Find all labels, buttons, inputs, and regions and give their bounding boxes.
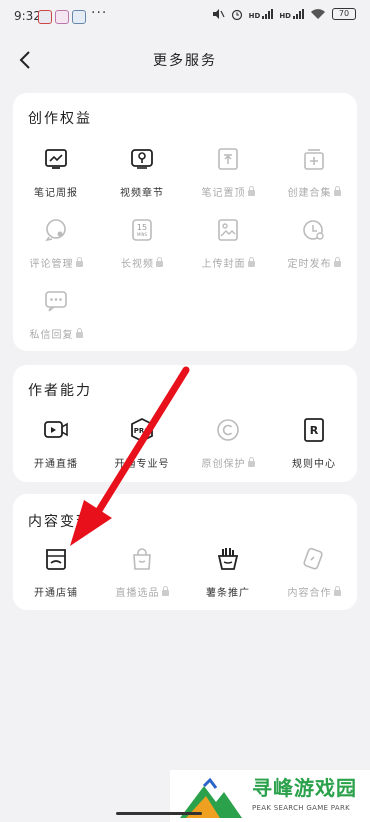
section-title: 作者能力 (28, 383, 92, 399)
watermark-title: 寻峰游戏园 (252, 776, 357, 800)
status-indicators: HD HD 70 (211, 8, 356, 20)
lock-icon (75, 257, 83, 267)
app-notification-icon (55, 10, 69, 24)
item-pin-note[interactable]: 笔记置顶 (185, 146, 271, 206)
section-author-capabilities: 作者能力 开通直播 PRO 开通专业号 原创保护 R 规则中心 (13, 365, 357, 482)
item-label: 评论管理 (13, 255, 99, 270)
collection-icon (304, 149, 324, 170)
video-chapter-icon (131, 149, 153, 169)
item-comment-management[interactable]: 评论管理 (13, 217, 99, 277)
svg-text:MINS: MINS (137, 232, 148, 237)
item-label: 上传封面 (185, 255, 271, 270)
clock-icon (303, 220, 324, 240)
comment-icon (45, 219, 66, 242)
mute-icon (212, 9, 225, 19)
cooperation-icon (303, 547, 323, 570)
item-live-product-selection[interactable]: 直播选品 (99, 546, 185, 606)
item-label: 笔记周报 (34, 188, 78, 199)
item-fries-promotion[interactable]: 薯条推广 (185, 546, 271, 606)
svg-text:R: R (310, 424, 319, 437)
signal-icon (262, 9, 274, 19)
lock-icon (247, 257, 255, 267)
status-bar: 9:32 ··· HD HD 70 (0, 0, 370, 34)
item-label: 开通直播 (34, 459, 78, 470)
watermark-subtitle: PEAK SEARCH GAME PARK (252, 804, 351, 812)
item-label: 直播选品 (99, 584, 185, 599)
item-note-weekly-report[interactable]: 笔记周报 (13, 146, 99, 206)
page-title: 更多服务 (153, 53, 217, 69)
rules-icon: R (304, 418, 324, 442)
shop-icon (46, 549, 66, 570)
item-label: 定时发布 (271, 255, 357, 270)
item-long-video[interactable]: 15 MINS 长视频 (99, 217, 185, 277)
pin-top-icon (218, 148, 238, 170)
lock-icon (75, 328, 83, 338)
item-video-chapters[interactable]: 视频章节 (99, 146, 185, 206)
signal-1: HD (249, 8, 274, 20)
wifi-icon (311, 9, 325, 19)
alarm-icon (231, 9, 242, 20)
bag-icon (133, 548, 151, 570)
section-content-monetization: 内容变现 开通店铺 直播选品 薯条推广 内容合作 (13, 494, 357, 610)
section-creation-rights: 创作权益 笔记周报 视频章节 笔记置顶 创建合集 评论管理 15 MINS 长视频… (13, 93, 357, 351)
item-label: 长视频 (99, 255, 185, 270)
live-icon (44, 421, 68, 438)
header: 更多服务 (0, 40, 370, 80)
pro-badge-icon: PRO (131, 417, 153, 443)
battery-icon: 70 (332, 8, 356, 20)
item-label: 视频章节 (120, 188, 164, 199)
home-indicator[interactable] (116, 812, 202, 815)
item-open-shop[interactable]: 开通店铺 (13, 546, 99, 606)
item-scheduled-publish[interactable]: 定时发布 (271, 217, 357, 277)
section-title: 内容变现 (28, 514, 92, 530)
section-title: 创作权益 (28, 111, 92, 127)
more-notifications-icon: ··· (91, 5, 108, 21)
report-icon (45, 149, 67, 169)
lock-icon (161, 586, 169, 596)
item-label: 创建合集 (271, 184, 357, 199)
app-notification-icon (38, 10, 52, 24)
lock-icon (247, 186, 255, 196)
item-professional-account[interactable]: PRO 开通专业号 (99, 417, 185, 477)
item-open-live[interactable]: 开通直播 (13, 417, 99, 477)
item-create-collection[interactable]: 创建合集 (271, 146, 357, 206)
lock-icon (247, 457, 255, 467)
fries-icon (217, 548, 239, 570)
item-label: 开通专业号 (114, 459, 170, 470)
item-label: 开通店铺 (34, 588, 78, 599)
cover-icon (218, 219, 238, 241)
item-upload-cover[interactable]: 上传封面 (185, 217, 271, 277)
item-rules-center[interactable]: R 规则中心 (271, 417, 357, 477)
item-label: 私信回复 (13, 326, 99, 341)
copyright-icon (217, 419, 239, 441)
long-video-icon: 15MINS (132, 219, 152, 241)
app-notification-icon (72, 10, 86, 24)
message-icon (45, 291, 67, 312)
item-original-protection[interactable]: 原创保护 (185, 417, 271, 477)
signal-icon (293, 9, 304, 19)
item-content-cooperation[interactable]: 内容合作 (271, 546, 357, 606)
status-time: 9:32 (14, 9, 41, 23)
lock-icon (333, 586, 341, 596)
item-dm-reply[interactable]: 私信回复 (13, 288, 99, 348)
lock-icon (333, 257, 341, 267)
lock-icon (333, 186, 341, 196)
signal-2: HD (279, 8, 304, 20)
item-label: 笔记置顶 (185, 184, 271, 199)
item-label: 内容合作 (271, 584, 357, 599)
item-label: 规则中心 (292, 459, 336, 470)
svg-text:PRO: PRO (134, 427, 151, 435)
item-label: 薯条推广 (206, 588, 250, 599)
lock-icon (156, 257, 163, 267)
svg-text:15: 15 (137, 223, 147, 232)
item-label: 原创保护 (185, 455, 271, 470)
